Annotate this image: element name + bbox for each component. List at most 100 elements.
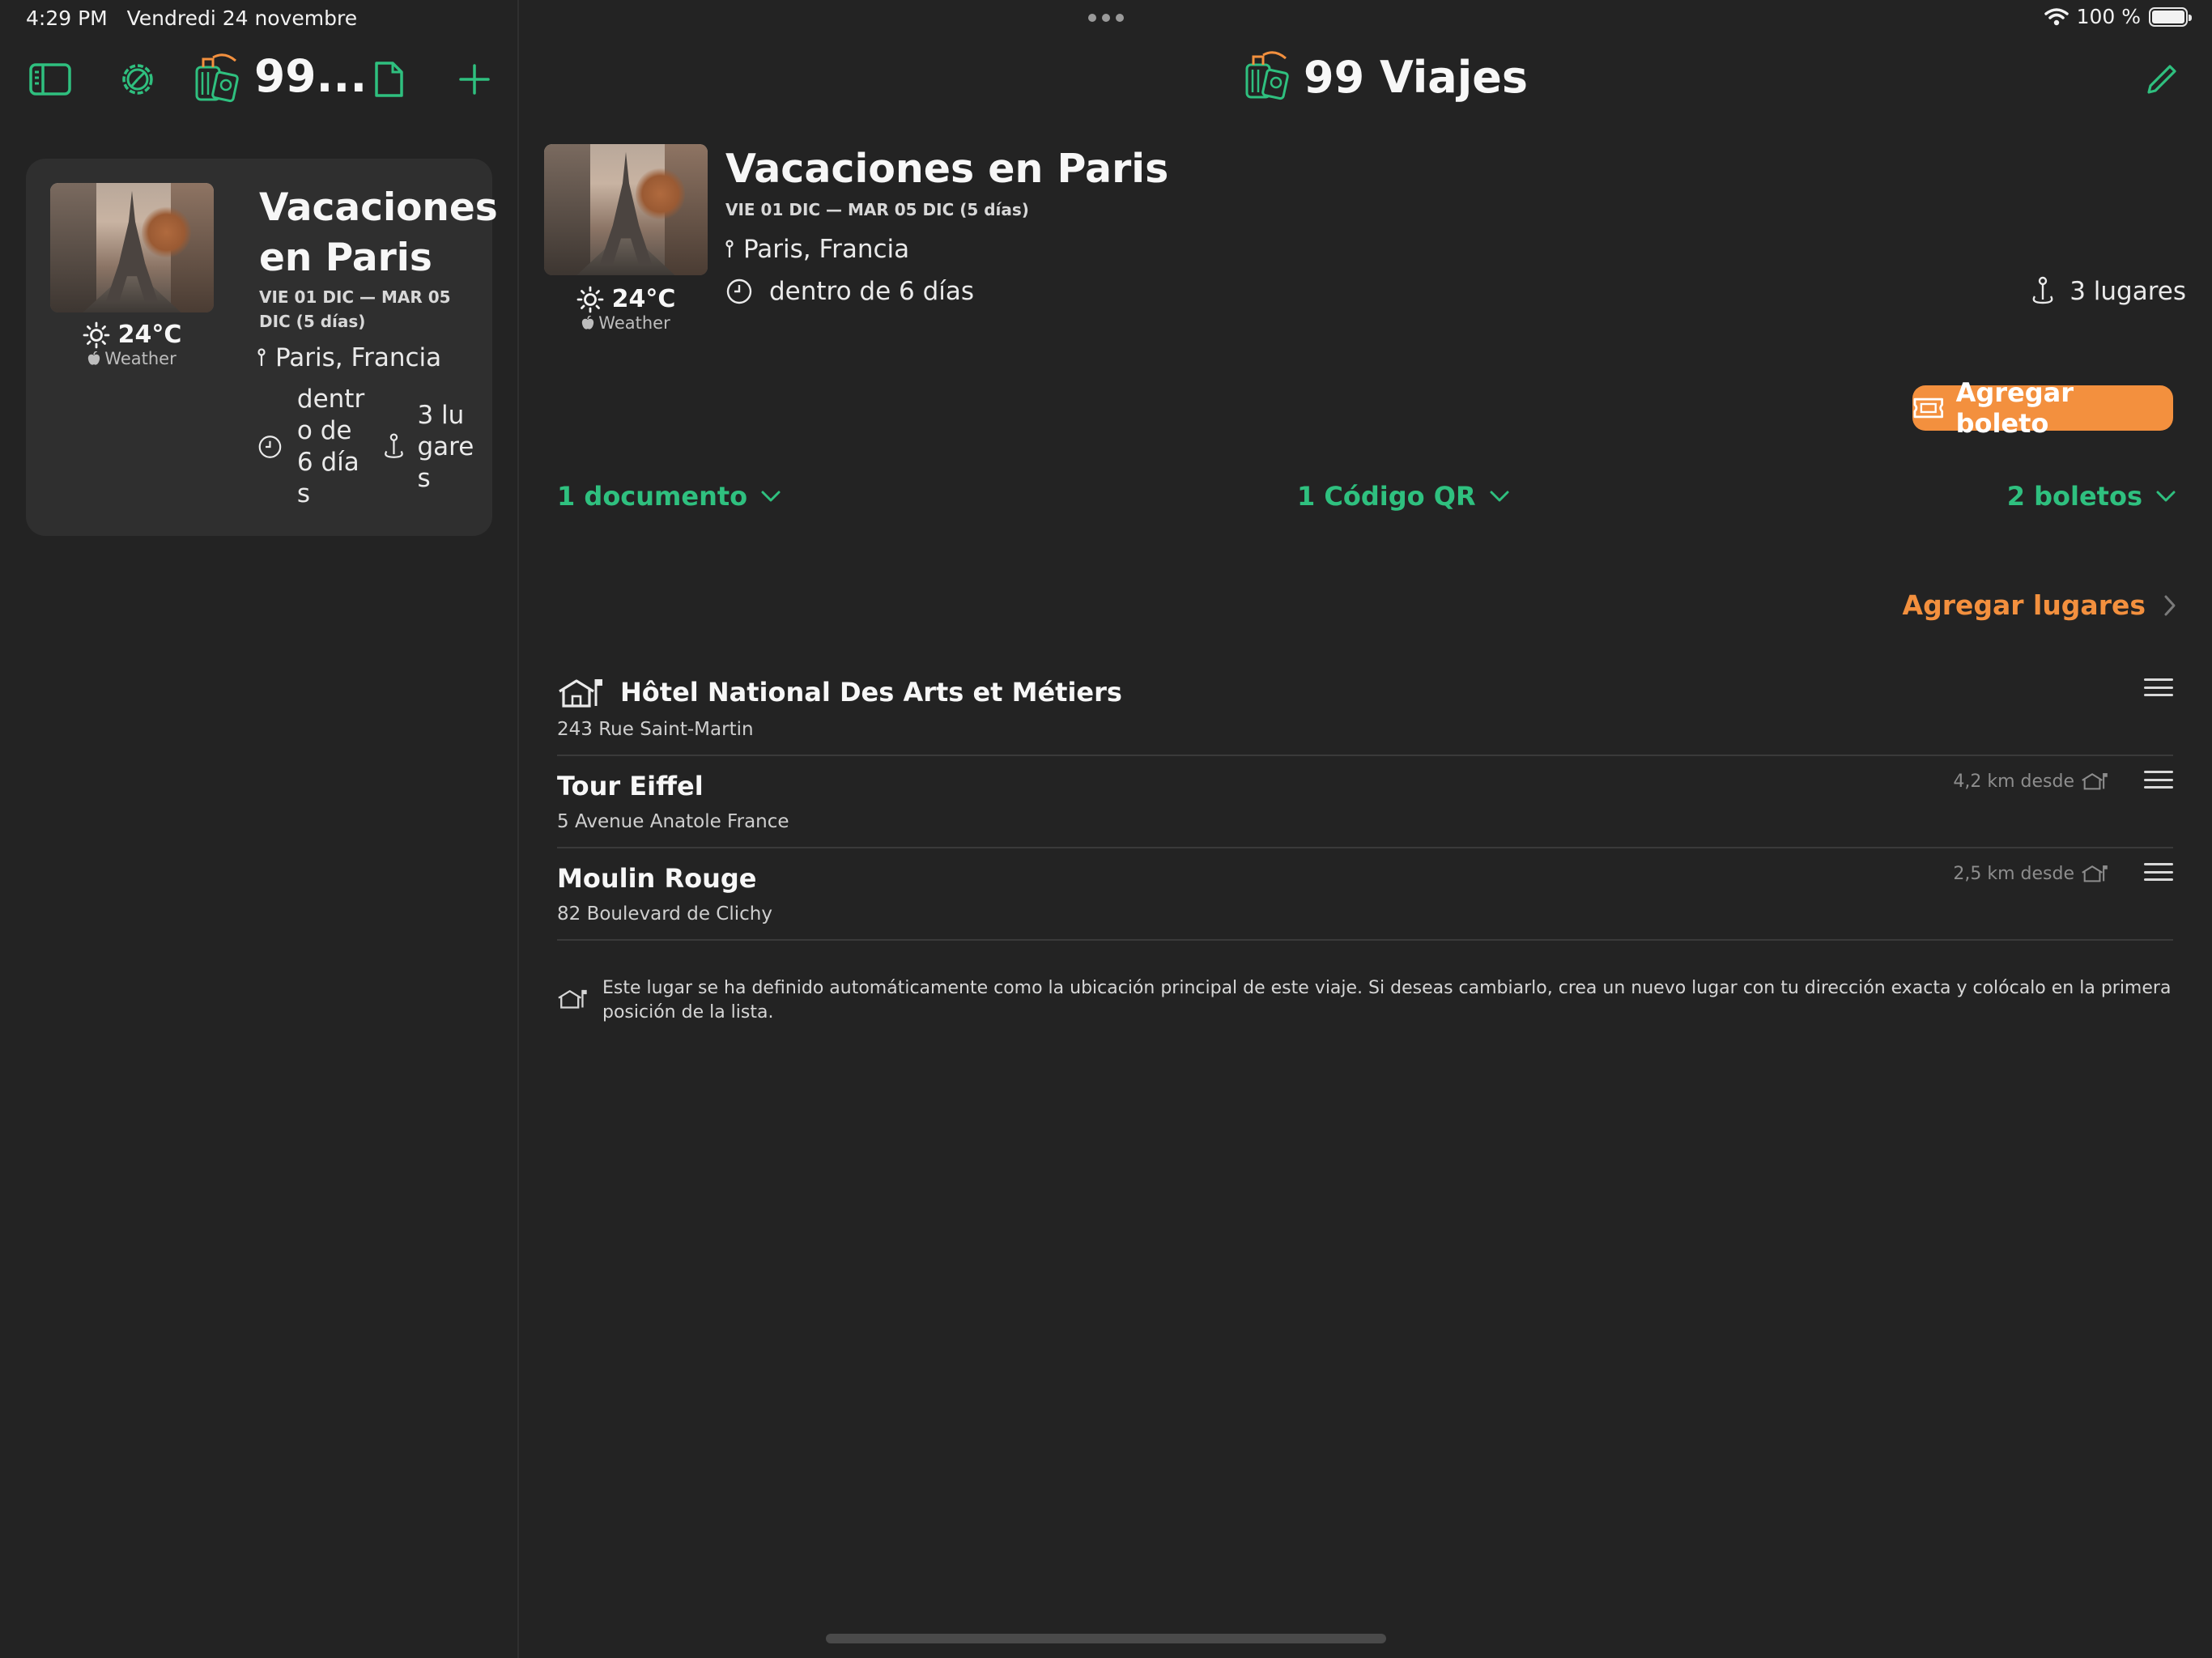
- app-logo: [188, 52, 243, 107]
- location-label: Paris, Francia: [743, 235, 910, 264]
- plus-icon: [459, 64, 490, 95]
- pencil-icon: [2147, 65, 2176, 94]
- temperature-value: 24°C: [611, 285, 676, 313]
- eiffel-tower-image: [599, 151, 653, 266]
- settings-gear-icon: [122, 64, 153, 95]
- documents-button[interactable]: [366, 57, 411, 102]
- place-address: 82 Boulevard de Clichy: [557, 903, 772, 925]
- home-icon: [558, 989, 587, 1009]
- app-logo-icon: [1245, 51, 1289, 100]
- trip-countdown: dentro de 6 días: [725, 277, 974, 306]
- trip-places-count: 3 lugares: [2029, 275, 2186, 308]
- home-icon: [2082, 865, 2108, 882]
- place-address: 243 Rue Saint-Martin: [557, 719, 754, 740]
- clock-icon: [726, 278, 752, 304]
- add-places-button[interactable]: Agregar lugares: [1903, 589, 2176, 621]
- distance-label: 2,5 km desde: [1953, 863, 2074, 884]
- countdown-label: dentro de 6 días: [296, 385, 365, 508]
- sun-icon: [576, 286, 604, 312]
- distance-label: 4,2 km desde: [1953, 771, 2074, 792]
- sun-icon: [83, 321, 110, 348]
- weather-temperature: 24°C: [576, 285, 676, 313]
- trip-dates: VIE 01 DIC — MAR 05 DIC (5 días): [725, 200, 1029, 219]
- pin-icon: [257, 348, 266, 366]
- chevron-down-icon: [1490, 491, 1509, 502]
- place-distance: 2,5 km desde: [1953, 863, 2108, 884]
- status-bar-time: 4:29 PM Vendredi 24 novembre: [26, 6, 357, 30]
- main-trip-thumbnail: [544, 144, 708, 275]
- split-view-divider[interactable]: [517, 0, 519, 1658]
- main-header: 99 Viajes: [1239, 50, 1528, 104]
- add-trip-button[interactable]: [452, 57, 497, 102]
- eiffel-tower-image: [105, 190, 159, 303]
- trip-card[interactable]: 24°C Weather Vacaciones en Paris VIE 01 …: [26, 159, 498, 536]
- main-title: 99 Viajes: [1304, 51, 1529, 103]
- pin-icon: [725, 240, 734, 257]
- place-row[interactable]: Moulin Rouge 82 Boulevard de Clichy 2,5 …: [557, 848, 2173, 941]
- place-marker-icon: [2032, 276, 2053, 304]
- documents-label: 1 documento: [557, 481, 748, 512]
- place-distance: 4,2 km desde: [1953, 771, 2108, 792]
- trip-thumbnail: [50, 183, 214, 312]
- weather-source: Weather: [87, 349, 177, 368]
- status-time: 4:29 PM: [26, 6, 108, 30]
- main-location-footnote: Este lugar se ha definido automáticament…: [557, 976, 2173, 1025]
- add-ticket-button[interactable]: Agregar boleto: [1912, 377, 2173, 439]
- countdown-label: dentro de 6 días: [769, 277, 975, 306]
- add-places-label: Agregar lugares: [1902, 589, 2146, 621]
- clock-icon: [258, 436, 282, 458]
- wifi-icon: [2044, 7, 2069, 25]
- trip-card-dates: VIE 01 DIC — MAR 05 DIC (5 días): [259, 287, 451, 331]
- home-icon: [559, 679, 602, 708]
- chevron-down-icon: [2156, 491, 2176, 502]
- trip-location: Paris, Francia: [725, 235, 909, 264]
- place-address: 5 Avenue Anatole France: [557, 811, 789, 832]
- place-row[interactable]: Hôtel National Des Arts et Métiers 243 R…: [557, 664, 2173, 756]
- trip-title: Vacaciones en Paris: [725, 146, 1169, 192]
- drag-handle-icon[interactable]: [2144, 678, 2173, 696]
- apple-icon: [88, 351, 100, 365]
- document-icon: [375, 62, 403, 97]
- sidebar-title: 99...: [254, 50, 368, 102]
- places-count-label: 3 lugares: [2069, 277, 2186, 306]
- sidebar-toggle-icon: [29, 63, 71, 96]
- apple-icon: [582, 316, 594, 329]
- qr-codes-expander[interactable]: 1 Código QR: [1297, 481, 1510, 512]
- weather-source-label: Weather: [104, 349, 177, 368]
- drag-handle-icon[interactable]: [2144, 863, 2173, 881]
- qr-codes-label: 1 Código QR: [1297, 481, 1476, 512]
- place-name: Hôtel National Des Arts et Métiers: [620, 677, 1122, 708]
- drag-handle-icon[interactable]: [2144, 771, 2173, 789]
- app-logo-icon: [195, 53, 239, 103]
- tickets-label: 2 boletos: [2006, 481, 2142, 512]
- temperature-value: 24°C: [117, 321, 182, 349]
- place-name: Tour Eiffel: [557, 771, 704, 801]
- documents-expander[interactable]: 1 documento: [557, 481, 781, 512]
- ticket-icon: [1913, 397, 1943, 419]
- place-row[interactable]: Tour Eiffel 5 Avenue Anatole France 4,2 …: [557, 756, 2173, 848]
- battery-icon: [2149, 6, 2192, 27]
- trip-card-title: Vacaciones en Paris: [259, 185, 498, 280]
- location-label: Paris, Francia: [275, 343, 442, 372]
- settings-button[interactable]: [115, 57, 160, 102]
- footnote-text: Este lugar se ha definido automáticament…: [602, 978, 2172, 1022]
- weather-temperature: 24°C: [83, 321, 182, 349]
- sidebar-toggle-button[interactable]: [28, 57, 73, 102]
- add-ticket-label: Agregar boleto: [1955, 377, 2074, 439]
- status-bar-right: 100 %: [2044, 5, 2192, 28]
- tickets-expander[interactable]: 2 boletos: [2007, 481, 2176, 512]
- edit-button[interactable]: [2144, 62, 2180, 97]
- status-date: Vendredi 24 novembre: [126, 6, 358, 30]
- trip-card-location: Paris, Francia: [257, 343, 441, 372]
- weather-source: Weather: [581, 313, 670, 333]
- trip-weather: 24°C Weather: [50, 321, 214, 368]
- trip-card-meta: dentro de 6 días 3 lugares: [235, 384, 478, 510]
- weather-source-label: Weather: [598, 313, 670, 333]
- chevron-right-icon: [2164, 595, 2176, 615]
- battery-percentage: 100 %: [2076, 5, 2141, 28]
- place-marker-icon: [384, 433, 403, 458]
- home-icon: [2082, 773, 2108, 790]
- multitasking-dots[interactable]: [1088, 11, 1124, 24]
- chevron-down-icon: [761, 491, 781, 502]
- home-indicator[interactable]: [826, 1634, 1386, 1643]
